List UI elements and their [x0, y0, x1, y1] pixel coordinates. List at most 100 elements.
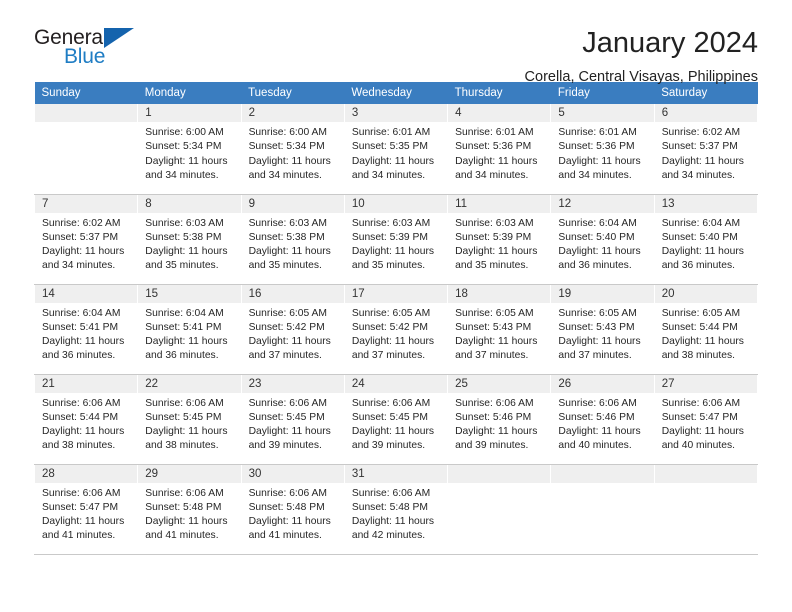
- calendar-day-cell[interactable]: 30 Sunrise: 6:06 AM Sunset: 5:48 PM Dayligh…: [240, 464, 345, 555]
- daylight-text-line1: Daylight: 11 hours: [661, 426, 744, 438]
- sunset-text: Sunset: 5:47 PM: [661, 411, 738, 423]
- day-details: Sunrise: 6:01 AM Sunset: 5:35 PM Daylight:…: [345, 122, 447, 183]
- calendar-day-cell[interactable]: 17 Sunrise: 6:05 AM Sunset: 5:42 PM Dayligh…: [343, 284, 449, 375]
- calendar-day-cell[interactable]: 1 Sunrise: 6:00 AM Sunset: 5:34 PM Daylight…: [137, 104, 242, 195]
- calendar-day-cell[interactable]: 9 Sunrise: 6:03 AM Sunset: 5:38 PM Daylight…: [240, 194, 345, 285]
- calendar-header-row: Sunday Monday Tuesday Wednesday Thursday Frid…: [34, 82, 758, 104]
- calendar-day-cell[interactable]: 31 Sunrise: 6:06 AM Sunset: 5:48 PM Dayligh…: [343, 464, 449, 555]
- sunset-text: Sunset: 5:47 PM: [42, 501, 119, 513]
- daylight-text-line1: Daylight: 11 hours: [351, 246, 435, 258]
- sunset-text: Sunset: 5:48 PM: [145, 501, 222, 513]
- sunset-text: Sunset: 5:34 PM: [145, 141, 222, 153]
- weekday-header-monday: Monday: [137, 82, 242, 104]
- daylight-text-line1: Daylight: 11 hours: [455, 246, 538, 258]
- calendar-day-cell[interactable]: 16 Sunrise: 6:05 AM Sunset: 5:42 PM Dayligh…: [240, 284, 345, 375]
- calendar-day-cell[interactable]: 10 Sunrise: 6:03 AM Sunset: 5:39 PM Dayligh…: [343, 194, 449, 285]
- daylight-text-line2: and 34 minutes.: [42, 260, 116, 272]
- calendar-day-cell[interactable]: 22 Sunrise: 6:06 AM Sunset: 5:45 PM Dayligh…: [137, 374, 242, 465]
- daylight-text-line1: Daylight: 11 hours: [145, 516, 228, 528]
- daylight-text-line2: and 41 minutes.: [145, 530, 219, 542]
- calendar-day-cell[interactable]: 5 Sunrise: 6:01 AM Sunset: 5:36 PM Daylight…: [550, 104, 655, 195]
- day-details: Sunrise: 6:03 AM Sunset: 5:39 PM Daylight:…: [345, 213, 447, 274]
- day-number: 24: [344, 374, 448, 393]
- calendar-day-cell[interactable]: 15 Sunrise: 6:04 AM Sunset: 5:41 PM Dayligh…: [137, 284, 242, 375]
- daylight-text-line1: Daylight: 11 hours: [42, 246, 125, 258]
- calendar-day-cell[interactable]: 14 Sunrise: 6:04 AM Sunset: 5:41 PM Dayligh…: [33, 284, 139, 375]
- daylight-text-line1: Daylight: 11 hours: [455, 426, 538, 438]
- sunset-text: Sunset: 5:43 PM: [558, 321, 635, 333]
- sunrise-text: Sunrise: 6:06 AM: [145, 487, 224, 499]
- daylight-text-line2: and 41 minutes.: [248, 530, 322, 542]
- calendar-day-cell[interactable]: 23 Sunrise: 6:06 AM Sunset: 5:45 PM Dayligh…: [240, 374, 345, 465]
- day-number: 27: [654, 374, 757, 393]
- calendar-day-cell[interactable]: 18 Sunrise: 6:05 AM Sunset: 5:43 PM Dayligh…: [447, 284, 552, 375]
- day-number: 26: [551, 374, 654, 393]
- sunrise-text: Sunrise: 6:02 AM: [42, 217, 121, 229]
- calendar-day-cell[interactable]: 29 Sunrise: 6:06 AM Sunset: 5:48 PM Dayligh…: [137, 464, 242, 555]
- calendar-day-cell[interactable]: 21 Sunrise: 6:06 AM Sunset: 5:44 PM Dayligh…: [33, 374, 139, 465]
- daylight-text-line2: and 37 minutes.: [248, 350, 322, 362]
- sunset-text: Sunset: 5:42 PM: [351, 321, 428, 333]
- day-number: 3: [344, 104, 448, 122]
- sunset-text: Sunset: 5:37 PM: [42, 231, 119, 243]
- calendar-day-cell[interactable]: 27 Sunrise: 6:06 AM Sunset: 5:47 PM Dayligh…: [653, 374, 759, 465]
- sunrise-text: Sunrise: 6:03 AM: [455, 217, 534, 229]
- sunrise-text: Sunrise: 6:06 AM: [661, 397, 741, 409]
- daylight-text-line1: Daylight: 11 hours: [248, 246, 331, 258]
- day-number: 18: [448, 284, 551, 303]
- sunrise-text: Sunrise: 6:00 AM: [248, 127, 327, 138]
- calendar-cell-empty: [33, 104, 139, 195]
- calendar-day-cell[interactable]: 7 Sunrise: 6:02 AM Sunset: 5:37 PM Daylight…: [33, 194, 139, 285]
- weekday-header-thursday: Thursday: [447, 82, 551, 104]
- sunset-text: Sunset: 5:48 PM: [248, 501, 325, 513]
- calendar-day-cell[interactable]: 28 Sunrise: 6:06 AM Sunset: 5:47 PM Dayligh…: [33, 464, 139, 555]
- daylight-text-line1: Daylight: 11 hours: [248, 155, 331, 167]
- daylight-text-line2: and 38 minutes.: [145, 440, 219, 452]
- calendar-day-cell[interactable]: 2 Sunrise: 6:00 AM Sunset: 5:34 PM Daylight…: [240, 104, 345, 195]
- general-blue-logo[interactable]: General Blue: [34, 26, 154, 74]
- sunset-text: Sunset: 5:48 PM: [351, 501, 428, 513]
- page-header: General Blue January 2024 Corella, Centr…: [34, 0, 758, 85]
- daylight-text-line2: and 41 minutes.: [42, 530, 116, 542]
- day-details: Sunrise: 6:03 AM Sunset: 5:39 PM Daylight:…: [448, 213, 550, 274]
- daylight-text-line1: Daylight: 11 hours: [661, 155, 744, 167]
- sunset-text: Sunset: 5:43 PM: [455, 321, 532, 333]
- daylight-text-line2: and 36 minutes.: [145, 350, 219, 362]
- calendar-day-cell[interactable]: 11 Sunrise: 6:03 AM Sunset: 5:39 PM Dayligh…: [447, 194, 552, 285]
- daylight-text-line1: Daylight: 11 hours: [351, 426, 435, 438]
- calendar-day-cell[interactable]: 26 Sunrise: 6:06 AM Sunset: 5:46 PM Dayligh…: [550, 374, 655, 465]
- daylight-text-line2: and 35 minutes.: [455, 260, 529, 272]
- calendar-day-cell[interactable]: 3 Sunrise: 6:01 AM Sunset: 5:35 PM Daylight…: [343, 104, 449, 195]
- sunset-text: Sunset: 5:40 PM: [558, 231, 635, 243]
- daylight-text-line2: and 34 minutes.: [351, 169, 426, 181]
- daylight-text-line1: Daylight: 11 hours: [661, 246, 744, 258]
- calendar-day-cell[interactable]: 4 Sunrise: 6:01 AM Sunset: 5:36 PM Daylight…: [447, 104, 552, 195]
- day-details: Sunrise: 6:06 AM Sunset: 5:48 PM Daylight:…: [138, 483, 240, 544]
- daylight-text-line1: Daylight: 11 hours: [42, 516, 125, 528]
- calendar-day-cell[interactable]: 19 Sunrise: 6:05 AM Sunset: 5:43 PM Dayligh…: [550, 284, 655, 375]
- day-number: [654, 464, 757, 483]
- calendar-day-cell[interactable]: 13 Sunrise: 6:04 AM Sunset: 5:40 PM Dayligh…: [653, 194, 759, 285]
- calendar-day-cell[interactable]: 12 Sunrise: 6:04 AM Sunset: 5:40 PM Dayligh…: [550, 194, 655, 285]
- calendar-day-cell[interactable]: 24 Sunrise: 6:06 AM Sunset: 5:45 PM Dayligh…: [343, 374, 449, 465]
- calendar-day-cell[interactable]: 8 Sunrise: 6:03 AM Sunset: 5:38 PM Daylight…: [137, 194, 242, 285]
- day-details: Sunrise: 6:00 AM Sunset: 5:34 PM Daylight:…: [242, 122, 344, 183]
- weekday-header-wednesday: Wednesday: [344, 82, 448, 104]
- sunset-text: Sunset: 5:44 PM: [661, 321, 738, 333]
- calendar-day-cell[interactable]: 20 Sunrise: 6:05 AM Sunset: 5:44 PM Dayligh…: [653, 284, 759, 375]
- day-details: Sunrise: 6:05 AM Sunset: 5:43 PM Daylight:…: [551, 303, 653, 364]
- sunrise-text: Sunrise: 6:04 AM: [145, 307, 224, 319]
- daylight-text-line2: and 35 minutes.: [145, 260, 219, 272]
- day-details: Sunrise: 6:06 AM Sunset: 5:47 PM Daylight:…: [35, 483, 137, 544]
- sunrise-text: Sunrise: 6:01 AM: [351, 127, 431, 138]
- day-details: Sunrise: 6:02 AM Sunset: 5:37 PM Daylight:…: [655, 122, 757, 183]
- day-details: Sunrise: 6:06 AM Sunset: 5:45 PM Daylight:…: [138, 393, 240, 454]
- day-number: 22: [138, 374, 241, 393]
- sunrise-text: Sunrise: 6:05 AM: [661, 307, 741, 319]
- calendar-day-cell[interactable]: 6 Sunrise: 6:02 AM Sunset: 5:37 PM Daylight…: [653, 104, 759, 195]
- day-number: 28: [35, 464, 138, 483]
- daylight-text-line2: and 35 minutes.: [248, 260, 322, 272]
- sunset-text: Sunset: 5:45 PM: [351, 411, 428, 423]
- calendar-day-cell[interactable]: 25 Sunrise: 6:06 AM Sunset: 5:46 PM Dayligh…: [447, 374, 552, 465]
- calendar-table: Sunday Monday Tuesday Wednesday Thursday Frid…: [33, 82, 759, 555]
